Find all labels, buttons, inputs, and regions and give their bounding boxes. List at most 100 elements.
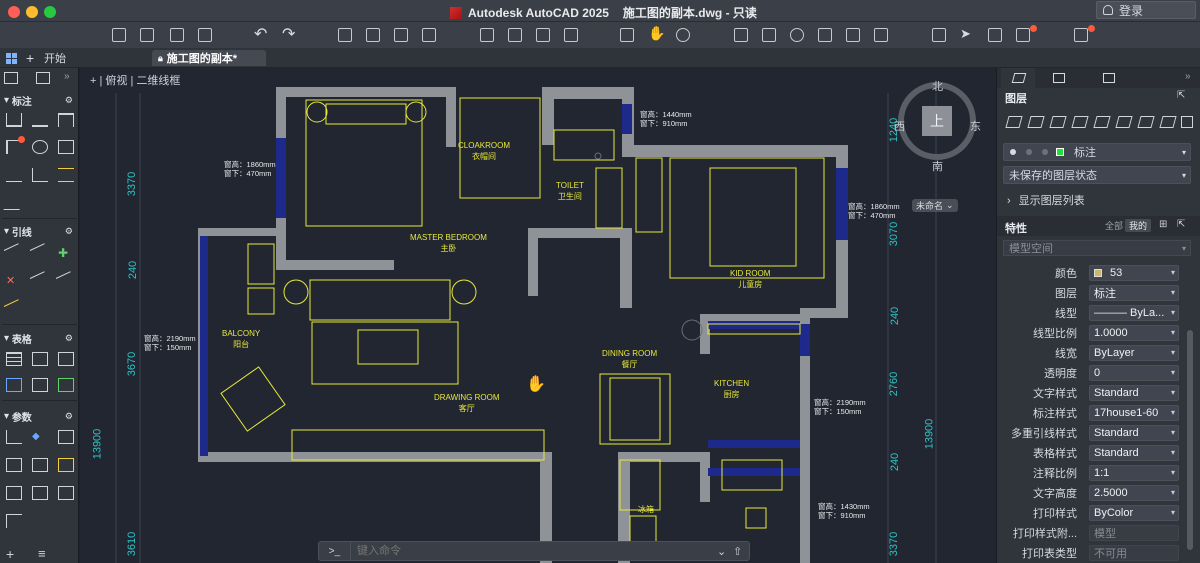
screen-icon[interactable]	[988, 28, 1002, 42]
zoom-window-button[interactable]	[44, 6, 56, 18]
collect-leader-icon[interactable]	[29, 271, 51, 291]
align-leader-icon[interactable]: ✚	[58, 246, 74, 260]
filter-all[interactable]: 全部	[1101, 219, 1127, 232]
purge-icon[interactable]	[762, 28, 776, 42]
show-constraints-icon[interactable]	[58, 430, 74, 444]
notification-icon[interactable]	[1016, 28, 1030, 42]
share-view-icon[interactable]	[564, 28, 578, 42]
recent-commands-icon[interactable]: ⌄	[717, 545, 733, 558]
pdf-export-icon[interactable]	[846, 28, 860, 42]
xref-icon[interactable]	[536, 28, 550, 42]
property-value[interactable]: ByColor ▾	[1089, 505, 1179, 521]
connect-icon[interactable]	[818, 28, 832, 42]
linear-constraint-icon[interactable]	[6, 458, 22, 472]
dock-icon[interactable]: ⇱	[1177, 219, 1185, 230]
viewport-controls[interactable]: + | 俯视 | 二维线框	[90, 72, 180, 88]
table-style-icon[interactable]	[6, 378, 22, 392]
property-value[interactable]: 53 ▾	[1089, 265, 1179, 281]
select-objects-icon[interactable]: ⊞	[1159, 219, 1167, 230]
customize-icon[interactable]: ⇧	[733, 545, 749, 558]
section-table[interactable]: ▾ 表格 ⚙	[0, 330, 79, 346]
property-value[interactable]: 1.0000 ▾	[1089, 325, 1179, 341]
geometric-constraint-icon[interactable]	[6, 430, 22, 444]
tab-start[interactable]: 开始	[38, 50, 72, 66]
section-parametric[interactable]: ▾ 参数 ⚙	[0, 408, 79, 424]
aligned-constraint-icon[interactable]	[32, 458, 48, 472]
extract-data-icon[interactable]	[32, 352, 48, 366]
tab-drawing[interactable]: 🔒︎ 施工图的副本*	[152, 50, 266, 66]
command-prompt-icon[interactable]: >_	[319, 542, 351, 560]
send-icon[interactable]: ➤	[960, 26, 974, 41]
command-line[interactable]: >_ ⌄ ⇧	[318, 541, 750, 561]
dock-icon[interactable]: ⇱	[1177, 90, 1185, 101]
dimension-break-icon[interactable]	[58, 140, 74, 154]
property-value[interactable]: 0 ▾	[1089, 365, 1179, 381]
unlock-layer-icon[interactable]	[1181, 116, 1193, 128]
selection-type-dropdown[interactable]: 模型空间 ▾	[1003, 240, 1191, 256]
measure-icon[interactable]	[734, 28, 748, 42]
drawing-canvas[interactable]: MASTER BEDROOM 主卧 CLOAKROOM 衣帽间 TOILET 卫生间 …	[80, 68, 996, 563]
clipboard-icon[interactable]	[1074, 28, 1088, 42]
layer-properties-icon[interactable]	[1005, 116, 1023, 128]
leader-edit-icon[interactable]	[3, 299, 25, 319]
angular-constraint-icon[interactable]	[32, 486, 48, 500]
settings-icon[interactable]	[874, 28, 888, 42]
property-value[interactable]: 标注 ▾	[1089, 285, 1179, 301]
print-icon[interactable]	[338, 28, 352, 42]
link-data-icon[interactable]	[58, 352, 74, 366]
command-input[interactable]	[357, 543, 717, 559]
add-panel-icon[interactable]: +	[6, 546, 14, 562]
property-value[interactable]: 1:1 ▾	[1089, 465, 1179, 481]
expand-panel-icon[interactable]: »	[64, 71, 70, 82]
diameter-constraint-icon[interactable]	[58, 486, 74, 500]
plot-icon[interactable]	[366, 28, 380, 42]
zoom-window-icon[interactable]	[620, 28, 634, 42]
match-layer-icon[interactable]	[1049, 116, 1067, 128]
radial-constraint-icon[interactable]	[6, 486, 22, 500]
ordinate-dimension-icon[interactable]	[6, 168, 22, 182]
tolerance-icon[interactable]	[58, 168, 74, 182]
lock-constraint-icon[interactable]	[58, 458, 74, 472]
open-file-icon[interactable]	[140, 28, 154, 42]
close-window-button[interactable]	[8, 6, 20, 18]
compass-north[interactable]: 北	[932, 78, 943, 94]
property-value[interactable]: Standard ▾	[1089, 445, 1179, 461]
off-layer-icon[interactable]	[1137, 116, 1155, 128]
oblique-dimension-icon[interactable]	[3, 196, 25, 210]
property-value[interactable]: 2.5000 ▾	[1089, 485, 1179, 501]
batch-plot-icon[interactable]	[422, 28, 436, 42]
save-as-icon[interactable]	[198, 28, 212, 42]
panel-stack-icon[interactable]	[36, 72, 50, 84]
freeze-layer-icon[interactable]	[1115, 116, 1133, 128]
previous-layer-icon[interactable]	[1071, 116, 1089, 128]
tab-layers[interactable]	[1001, 68, 1035, 88]
remove-leader-icon[interactable]: ✕	[6, 274, 22, 288]
tab-blocks[interactable]	[1041, 68, 1075, 88]
property-value[interactable]: Standard ▾	[1089, 425, 1179, 441]
view-cube-top-face[interactable]: 上	[922, 106, 952, 136]
radius-dimension-icon[interactable]	[32, 140, 48, 154]
property-value[interactable]: Standard ▾	[1089, 385, 1179, 401]
linear-dimension-icon[interactable]	[6, 113, 22, 127]
aligned-dimension-icon[interactable]	[32, 113, 48, 127]
properties-scrollbar[interactable]	[1187, 330, 1193, 550]
grid-menu-icon[interactable]	[2, 50, 20, 66]
login-button[interactable]: 登录	[1096, 1, 1196, 19]
lock-layer-icon[interactable]	[1159, 116, 1177, 128]
redo-icon[interactable]: ↷	[282, 24, 296, 43]
panel-layout-icon[interactable]	[4, 72, 18, 84]
compass-south[interactable]: 南	[932, 158, 943, 174]
section-dimension[interactable]: ▾ 标注 ⚙	[0, 92, 79, 108]
publish-icon[interactable]	[394, 28, 408, 42]
property-value[interactable]: ——— ByLa... ▾	[1089, 305, 1179, 321]
ucs-menu[interactable]: 未命名 ⌄	[912, 199, 958, 212]
multileader-icon[interactable]	[3, 243, 25, 263]
compass-east[interactable]: 东	[970, 118, 981, 134]
property-value[interactable]: ByLayer ▾	[1089, 345, 1179, 361]
layer-state-dropdown[interactable]: 未保存的图层状态 ▾	[1003, 166, 1191, 184]
section-leader[interactable]: ▾ 引线 ⚙	[0, 223, 79, 239]
current-layer-dropdown[interactable]: 标注 ▾	[1003, 143, 1191, 161]
palette-menu-icon[interactable]: ≡	[38, 546, 46, 561]
pan-hand-icon[interactable]: ✋	[648, 25, 665, 41]
set-current-layer-icon[interactable]	[1027, 116, 1045, 128]
